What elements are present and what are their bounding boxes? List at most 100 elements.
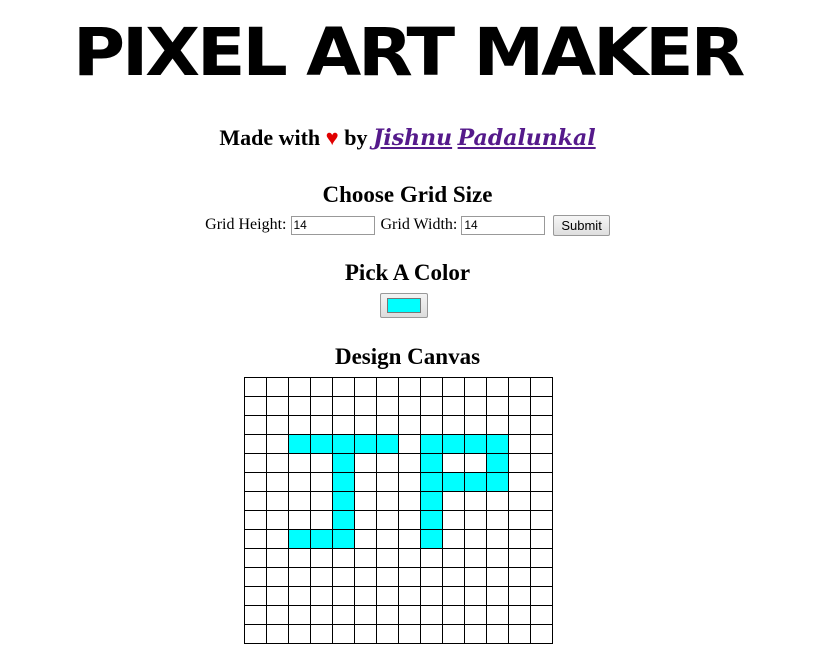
canvas-cell[interactable] [288,567,311,587]
canvas-cell[interactable] [442,396,465,416]
canvas-cell[interactable] [376,567,399,587]
canvas-cell[interactable] [310,510,333,530]
grid-width-input[interactable] [461,215,546,235]
canvas-cell[interactable] [398,472,421,492]
canvas-cell[interactable] [354,605,377,625]
canvas-cell[interactable] [310,567,333,587]
canvas-cell[interactable] [530,567,553,587]
canvas-cell[interactable] [266,605,289,625]
canvas-cell[interactable] [508,529,531,549]
canvas-cell[interactable] [376,396,399,416]
canvas-cell[interactable] [288,586,311,606]
canvas-cell[interactable] [244,548,267,568]
canvas-cell[interactable] [244,510,267,530]
submit-button[interactable]: Submit [553,214,610,236]
canvas-cell[interactable] [332,510,355,530]
canvas-cell[interactable] [376,529,399,549]
canvas-cell[interactable] [420,453,443,473]
canvas-cell[interactable] [354,548,377,568]
canvas-cell[interactable] [486,377,509,397]
canvas-cell[interactable] [310,624,333,644]
canvas-cell[interactable] [464,491,487,511]
canvas-cell[interactable] [420,491,443,511]
canvas-cell[interactable] [288,529,311,549]
canvas-cell[interactable] [464,529,487,549]
canvas-cell[interactable] [442,434,465,454]
canvas-cell[interactable] [332,434,355,454]
canvas-cell[interactable] [486,396,509,416]
canvas-cell[interactable] [266,510,289,530]
canvas-cell[interactable] [530,434,553,454]
canvas-cell[interactable] [530,529,553,549]
canvas-cell[interactable] [508,396,531,416]
canvas-cell[interactable] [442,472,465,492]
canvas-cell[interactable] [530,453,553,473]
canvas-cell[interactable] [376,586,399,606]
canvas-cell[interactable] [332,491,355,511]
canvas-cell[interactable] [464,510,487,530]
canvas-cell[interactable] [266,434,289,454]
canvas-cell[interactable] [486,453,509,473]
canvas-cell[interactable] [266,453,289,473]
canvas-cell[interactable] [486,434,509,454]
canvas-cell[interactable] [508,605,531,625]
canvas-cell[interactable] [310,396,333,416]
canvas-cell[interactable] [420,396,443,416]
canvas-cell[interactable] [464,472,487,492]
grid-height-input[interactable] [290,215,375,235]
canvas-cell[interactable] [398,377,421,397]
canvas-cell[interactable] [354,567,377,587]
author-link-first[interactable]: Jishnu [373,125,452,151]
canvas-cell[interactable] [244,529,267,549]
canvas-cell[interactable] [244,415,267,435]
canvas-cell[interactable] [508,472,531,492]
canvas-cell[interactable] [332,472,355,492]
pixel-canvas[interactable] [244,377,553,644]
canvas-cell[interactable] [442,510,465,530]
canvas-cell[interactable] [508,491,531,511]
canvas-cell[interactable] [376,491,399,511]
canvas-cell[interactable] [354,510,377,530]
canvas-cell[interactable] [420,567,443,587]
canvas-cell[interactable] [310,491,333,511]
canvas-cell[interactable] [420,377,443,397]
canvas-cell[interactable] [376,377,399,397]
canvas-cell[interactable] [354,377,377,397]
canvas-cell[interactable] [420,510,443,530]
canvas-cell[interactable] [376,548,399,568]
canvas-cell[interactable] [464,377,487,397]
canvas-cell[interactable] [266,586,289,606]
canvas-cell[interactable] [464,453,487,473]
canvas-cell[interactable] [310,472,333,492]
canvas-cell[interactable] [464,567,487,587]
canvas-cell[interactable] [244,567,267,587]
canvas-cell[interactable] [266,567,289,587]
canvas-cell[interactable] [486,567,509,587]
canvas-cell[interactable] [420,605,443,625]
canvas-cell[interactable] [310,548,333,568]
canvas-cell[interactable] [442,567,465,587]
canvas-cell[interactable] [266,377,289,397]
canvas-cell[interactable] [442,586,465,606]
canvas-cell[interactable] [530,510,553,530]
canvas-cell[interactable] [310,586,333,606]
canvas-cell[interactable] [486,605,509,625]
canvas-cell[interactable] [398,415,421,435]
canvas-cell[interactable] [486,624,509,644]
canvas-cell[interactable] [332,396,355,416]
canvas-cell[interactable] [508,548,531,568]
canvas-cell[interactable] [244,472,267,492]
canvas-cell[interactable] [354,415,377,435]
canvas-cell[interactable] [266,548,289,568]
canvas-cell[interactable] [464,548,487,568]
canvas-cell[interactable] [442,377,465,397]
canvas-cell[interactable] [486,415,509,435]
canvas-cell[interactable] [442,415,465,435]
canvas-cell[interactable] [508,624,531,644]
canvas-cell[interactable] [486,586,509,606]
canvas-cell[interactable] [288,510,311,530]
canvas-cell[interactable] [530,377,553,397]
canvas-cell[interactable] [398,624,421,644]
canvas-cell[interactable] [288,605,311,625]
canvas-cell[interactable] [266,529,289,549]
